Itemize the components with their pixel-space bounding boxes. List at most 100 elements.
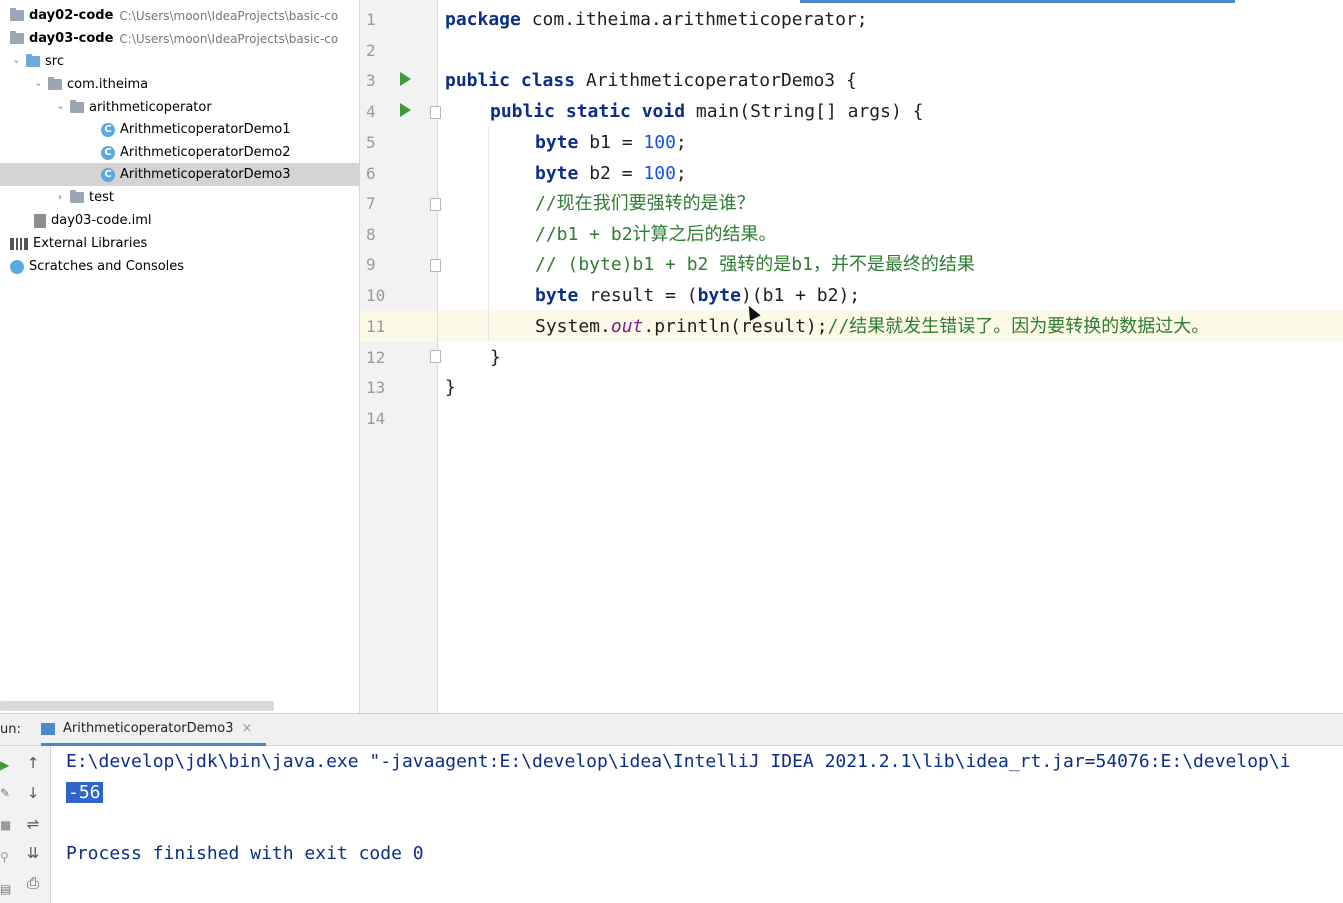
keyword: public class: [445, 70, 576, 91]
keyword: byte: [535, 163, 579, 184]
tree-item-day03-code[interactable]: day03-code C:\Users\moon\IdeaProjects\ba…: [0, 27, 359, 50]
code-text: result = (: [578, 285, 698, 306]
run-header: un: ArithmeticoperatorDemo3 ×: [0, 714, 1343, 746]
fold-marker-icon[interactable]: [430, 106, 441, 119]
static-field: out: [610, 316, 644, 337]
console-output-line[interactable]: -56: [66, 777, 103, 808]
run-main-icon[interactable]: [400, 103, 411, 117]
tree-item-src[interactable]: › src: [0, 50, 359, 73]
code-line-3: public class ArithmeticoperatorDemo3 {: [445, 65, 857, 96]
code-line-1: package com.itheima.arithmeticoperator;: [445, 4, 868, 35]
console-finished-line: Process finished with exit code 0: [66, 843, 424, 864]
tree-item-label: src: [45, 54, 64, 69]
fold-marker-icon[interactable]: [430, 350, 441, 363]
horizontal-scrollbar[interactable]: [0, 701, 274, 711]
fold-marker-icon[interactable]: [430, 198, 441, 211]
code-line-5: byte b1 = 100;: [535, 127, 687, 158]
line-number: 14: [366, 409, 386, 428]
run-panel-label: un:: [0, 722, 21, 737]
soft-wrap-icon[interactable]: ⇌: [22, 813, 44, 835]
line-number: 8: [366, 225, 376, 244]
editor-tab-indicator: [800, 0, 1235, 3]
code-line-10: byte result = (byte)(b1 + b2);: [535, 280, 860, 311]
line-number: 3: [366, 71, 376, 90]
source-folder-icon: [26, 54, 40, 67]
fold-marker-icon[interactable]: [430, 259, 441, 272]
restore-layout-icon[interactable]: ⚲: [0, 850, 10, 864]
tree-item-external-libraries[interactable]: External Libraries: [0, 232, 359, 255]
project-tool-window: day02-code C:\Users\moon\IdeaProjects\ba…: [0, 0, 360, 713]
code-text: )(b1 + b2);: [740, 285, 861, 306]
line-number: 13: [366, 378, 386, 397]
tree-item-label: day03-code.iml: [51, 213, 152, 228]
tree-item-label: day02-code: [29, 8, 114, 23]
number-literal: 100: [643, 132, 676, 153]
tree-item-iml[interactable]: day03-code.iml: [0, 209, 359, 232]
line-number: 2: [366, 41, 376, 60]
run-class-icon[interactable]: [400, 72, 411, 86]
chevron-down-icon[interactable]: ›: [11, 56, 22, 68]
code-line-4: public static void main(String[] args) {: [490, 96, 924, 127]
indent-guide: [488, 127, 489, 342]
keyword: package: [445, 9, 521, 30]
code-line-7-comment: //现在我们要强转的是谁？: [535, 193, 755, 214]
code-text: ;: [675, 163, 687, 184]
line-number: 10: [366, 286, 386, 305]
number-literal: 100: [643, 163, 676, 184]
keyword: public static void: [490, 101, 686, 122]
down-arrow-icon[interactable]: ↓: [22, 782, 44, 804]
tree-item-label: External Libraries: [33, 236, 148, 251]
module-icon: [10, 8, 24, 21]
chevron-down-icon[interactable]: ›: [33, 79, 44, 91]
tree-item-label: test: [89, 190, 114, 205]
code-editor[interactable]: 1 2 3 4 5 6 7 8 9 10 11 12 13 14 package…: [360, 0, 1343, 713]
tree-item-label: Scratches and Consoles: [29, 259, 185, 274]
tree-item-label: ArithmeticoperatorDemo2: [120, 145, 291, 160]
tree-item-path: C:\Users\moon\IdeaProjects\basic-co: [119, 8, 339, 23]
java-class-icon: C: [101, 122, 115, 137]
console-command-line: E:\develop\jdk\bin\java.exe "-javaagent:…: [66, 751, 1291, 772]
tree-item-label: ArithmeticoperatorDemo1: [120, 122, 291, 137]
tree-item-demo1[interactable]: C ArithmeticoperatorDemo1: [0, 118, 359, 141]
line-number: 5: [366, 133, 376, 152]
java-class-icon: C: [101, 145, 115, 160]
tree-item-label: com.itheima: [67, 77, 149, 92]
module-file-icon: [34, 213, 46, 228]
inline-comment: //结果就发生错误了。因为要转换的数据过大。: [827, 316, 1210, 337]
tree-item-demo2[interactable]: C ArithmeticoperatorDemo2: [0, 141, 359, 164]
stop-icon[interactable]: ■: [0, 818, 11, 832]
tree-item-demo3[interactable]: C ArithmeticoperatorDemo3: [0, 163, 359, 186]
tree-item-test[interactable]: › test: [0, 186, 359, 209]
close-icon[interactable]: ×: [242, 721, 253, 736]
tree-item-scratches[interactable]: Scratches and Consoles: [0, 255, 359, 278]
run-tab[interactable]: ArithmeticoperatorDemo3 ×: [41, 714, 266, 746]
tree-item-path: C:\Users\moon\IdeaProjects\basic-co: [119, 31, 339, 46]
folder-icon: [70, 190, 84, 203]
line-number: 6: [366, 164, 376, 183]
module-icon: [10, 31, 24, 44]
line-number: 4: [366, 102, 376, 121]
line-number: 12: [366, 348, 386, 367]
code-text: b1 =: [578, 132, 644, 153]
code-text: System.: [535, 316, 611, 337]
keyword: byte: [535, 132, 579, 153]
chevron-right-icon[interactable]: ›: [54, 192, 66, 203]
rerun-icon[interactable]: ▶: [0, 758, 10, 772]
code-text: com.itheima.arithmeticoperator;: [520, 9, 868, 30]
wrench-icon[interactable]: ✎: [0, 786, 10, 800]
editor-gutter[interactable]: 1 2 3 4 5 6 7 8 9 10 11 12 13 14: [360, 0, 441, 713]
tree-item-day02-code[interactable]: day02-code C:\Users\moon\IdeaProjects\ba…: [0, 4, 359, 27]
line-number: 9: [366, 255, 376, 274]
chevron-down-icon[interactable]: ›: [55, 102, 66, 114]
tree-item-com-itheima[interactable]: › com.itheima: [0, 73, 359, 96]
libraries-icon: [10, 237, 28, 250]
up-arrow-icon[interactable]: ↑: [22, 752, 44, 774]
code-line-11: System.out.println(result);//结果就发生错误了。因为…: [535, 311, 1209, 342]
scroll-to-end-icon[interactable]: ⇊: [22, 842, 44, 864]
tree-item-label: day03-code: [29, 31, 114, 46]
print-icon[interactable]: ⎙: [22, 872, 44, 894]
package-icon: [48, 77, 62, 90]
selected-output[interactable]: -56: [66, 782, 103, 803]
settings-icon[interactable]: ▤: [0, 882, 11, 896]
tree-item-arithmeticoperator[interactable]: › arithmeticoperator: [0, 96, 359, 119]
